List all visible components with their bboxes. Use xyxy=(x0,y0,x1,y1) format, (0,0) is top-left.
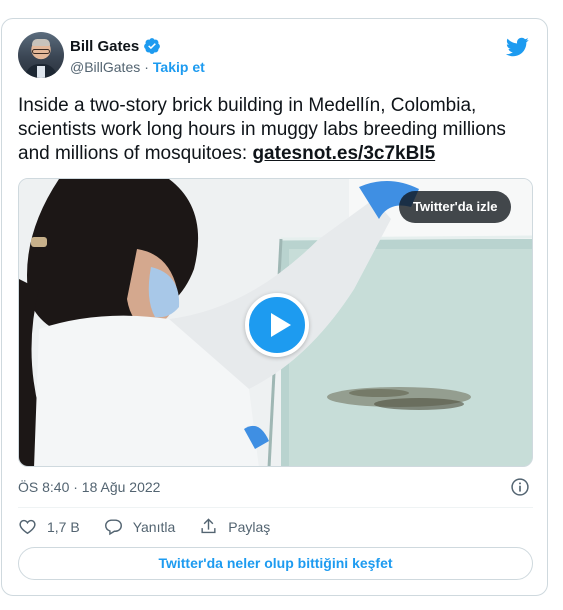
info-icon[interactable] xyxy=(510,477,530,497)
watch-on-twitter-button[interactable]: Twitter'da izle xyxy=(399,191,512,223)
like-count: 1,7 B xyxy=(47,518,80,535)
tweet-timestamp[interactable]: ÖS 8:40 · 18 Ağu 2022 xyxy=(18,479,160,495)
reply-button[interactable]: Yanıtla xyxy=(104,517,176,536)
twitter-bird-icon[interactable] xyxy=(505,35,529,59)
action-bar: 1,7 B Yanıtla Paylaş xyxy=(18,517,294,536)
tweet-card: Bill Gates @BillGates · Takip et Inside … xyxy=(1,18,548,596)
tweet-text: Inside a two-story brick building in Med… xyxy=(18,94,538,166)
heart-icon xyxy=(19,519,36,535)
author-handle[interactable]: @BillGates xyxy=(70,59,140,75)
explore-twitter-button[interactable]: Twitter'da neler olup bittiğini keşfet xyxy=(18,547,533,580)
reply-label: Yanıtla xyxy=(132,518,176,535)
author-name[interactable]: Bill Gates xyxy=(70,38,139,55)
tweet-link[interactable]: gatesnot.es/3c7kBl5 xyxy=(252,143,435,164)
divider xyxy=(18,507,533,508)
like-button[interactable]: 1,7 B xyxy=(18,517,80,536)
share-label: Paylaş xyxy=(228,518,271,535)
handle-separator: · xyxy=(144,59,149,75)
reply-icon xyxy=(104,519,122,536)
author-avatar[interactable] xyxy=(18,32,64,78)
share-icon xyxy=(201,518,216,534)
verified-badge-icon xyxy=(144,38,161,54)
follow-link[interactable]: Takip et xyxy=(153,59,205,75)
play-icon[interactable] xyxy=(245,293,309,357)
author-name-row: Bill Gates xyxy=(70,37,161,55)
share-button[interactable]: Paylaş xyxy=(199,517,270,536)
author-handle-row: @BillGates · Takip et xyxy=(70,59,205,75)
video-thumbnail[interactable]: Twitter'da izle xyxy=(18,178,533,467)
